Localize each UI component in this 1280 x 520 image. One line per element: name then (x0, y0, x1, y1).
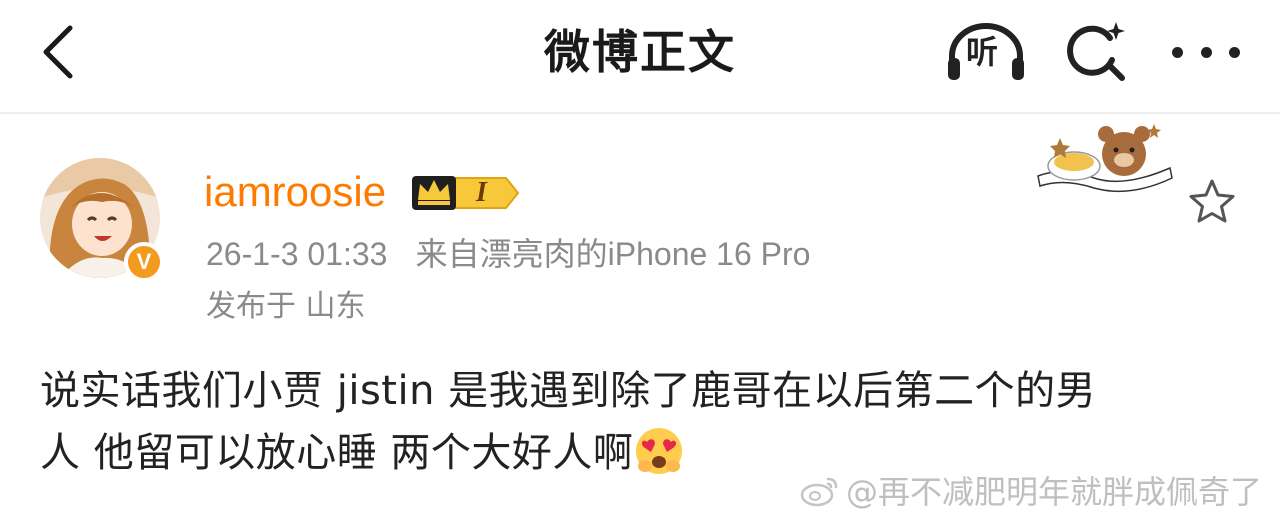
decoration-sticker[interactable] (1034, 116, 1176, 202)
member-level-badge[interactable]: I (410, 172, 522, 214)
search-icon (1067, 22, 1125, 81)
listen-button[interactable]: 听 (944, 20, 1028, 84)
more-dot (1200, 46, 1212, 58)
more-dot (1229, 46, 1240, 58)
chevron-left-icon (43, 25, 73, 79)
post-meta: 26-1-3 01:33 来自漂亮肉的iPhone 16 Pro (206, 232, 810, 276)
heart-eyes-emoji-icon (636, 428, 683, 474)
post-source[interactable]: 来自漂亮肉的iPhone 16 Pro (416, 236, 811, 272)
post-location: 发布于 山东 (206, 289, 366, 324)
crown-icon (412, 176, 520, 210)
header-divider (0, 112, 1280, 114)
favorite-button[interactable] (1186, 176, 1238, 228)
bear-sticker-icon (1037, 124, 1173, 193)
username[interactable]: iamroosie (204, 166, 386, 218)
verified-badge: V (124, 242, 164, 282)
post-time: 26-1-3 01:33 (206, 236, 388, 272)
watermark: @再不减肥明年就胖成佩奇了 (800, 470, 1263, 511)
listen-label: 听 (966, 33, 999, 71)
member-level-text: I (476, 177, 487, 208)
weibo-logo-icon (800, 477, 838, 507)
watermark-text: @再不减肥明年就胖成佩奇了 (846, 473, 1263, 511)
post-content: 说实话我们小贾 jistin 是我遇到除了鹿哥在以后第二个的男 人 他留可以放心… (40, 360, 1240, 484)
post-text-line: 说实话我们小贾 jistin 是我遇到除了鹿哥在以后第二个的男 (40, 368, 1097, 414)
top-navigation-bar: 微博正文 听 (0, 0, 1280, 112)
back-button[interactable] (28, 22, 88, 82)
star-icon (1189, 179, 1235, 223)
post-text-line: 人 他留可以放心睡 两个大好人啊 (40, 430, 634, 476)
more-options-button[interactable] (1168, 30, 1244, 74)
more-dot (1172, 46, 1183, 58)
search-button[interactable] (1060, 18, 1132, 86)
